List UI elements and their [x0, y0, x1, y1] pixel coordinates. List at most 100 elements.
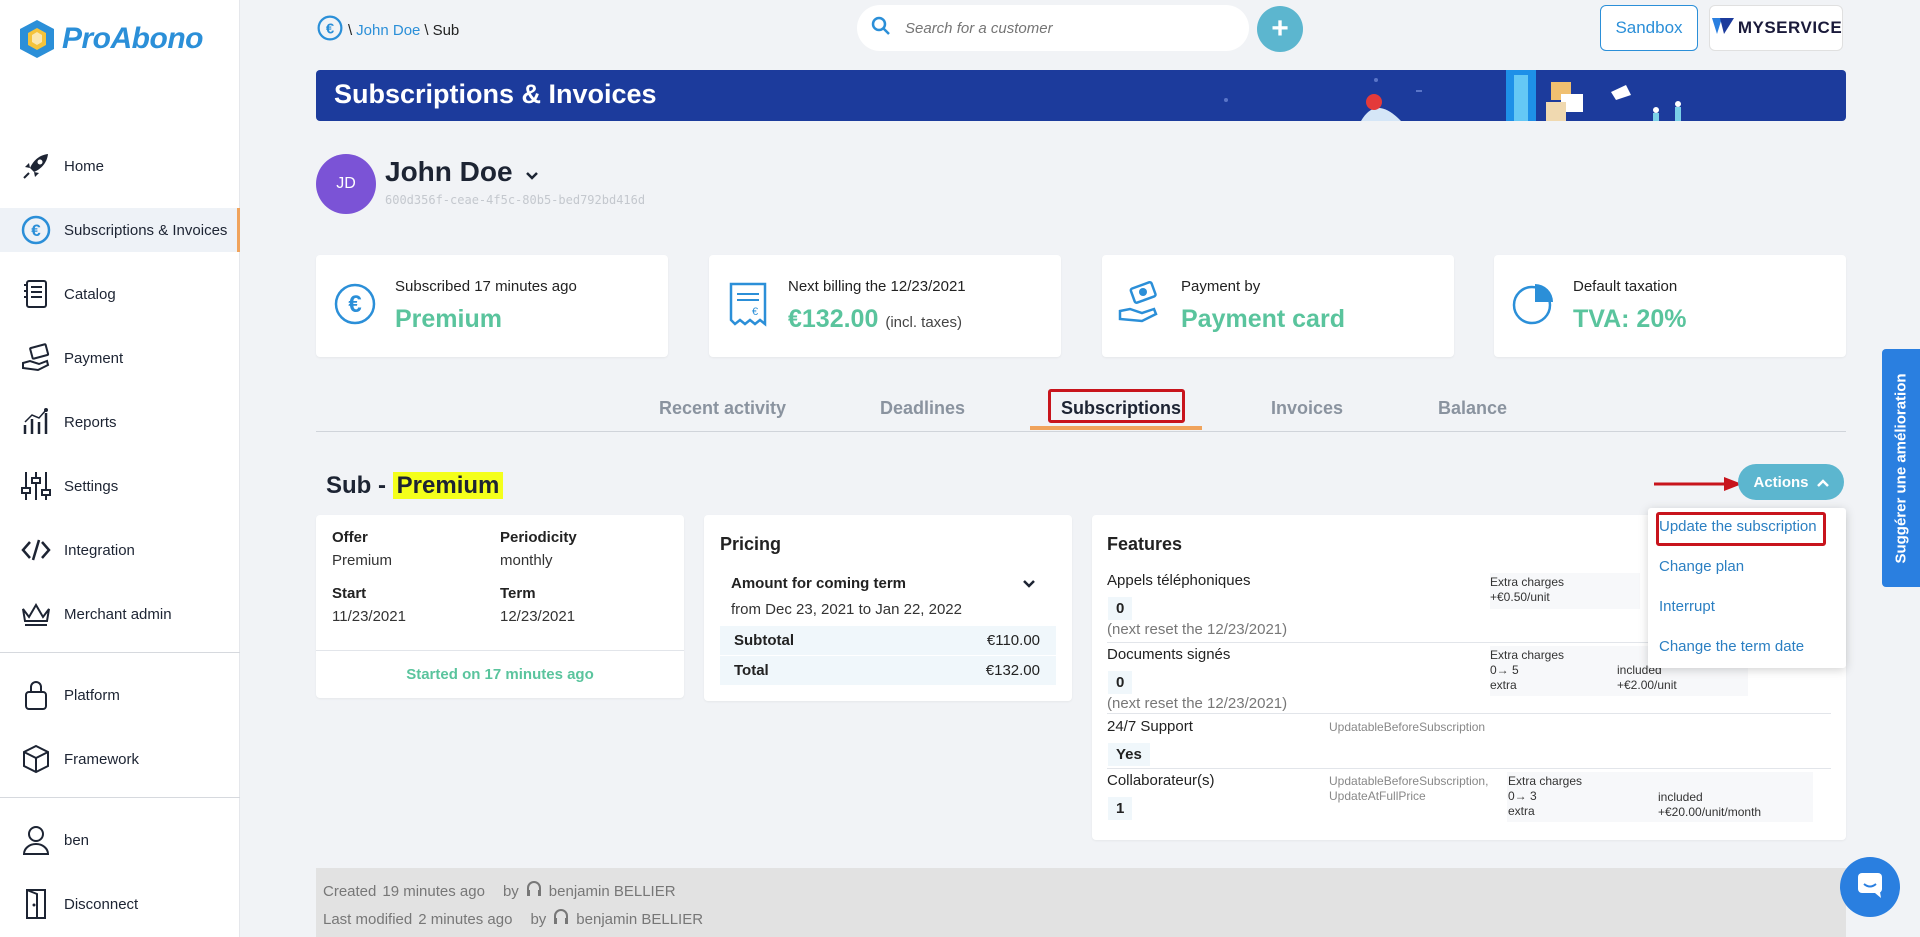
- extra-price: +€20.00/unit/month: [1658, 805, 1762, 819]
- card-value: TVA: 20%: [1573, 305, 1687, 333]
- annotation-arrow-icon: [1654, 477, 1742, 491]
- active-tab-indicator: [1030, 426, 1202, 430]
- customer-id: 600d356f-ceae-4f5c-80b5-bed792bd416d: [385, 193, 646, 207]
- created-info: Created 19 minutes ago by benjamin BELLI…: [323, 880, 676, 902]
- search-input[interactable]: [905, 19, 1205, 37]
- customer-name-dropdown[interactable]: John Doe: [385, 156, 539, 188]
- myservice-logo[interactable]: MYSERVICE: [1709, 5, 1843, 51]
- actions-button[interactable]: Actions: [1738, 464, 1844, 500]
- modified-time: 2 minutes ago: [418, 910, 513, 928]
- sidebar-item-framework[interactable]: Framework: [0, 737, 240, 781]
- extra-title: Extra charges: [1508, 774, 1583, 788]
- extra-charges: Extra charges 0→ 3 extra: [1508, 774, 1582, 819]
- subtotal-row: Subtotal €110.00: [720, 626, 1056, 655]
- next-billing-amount: €132.00: [788, 305, 879, 333]
- audit-info: Created 19 minutes ago by benjamin BELLI…: [316, 868, 1846, 937]
- sidebar-item-integration[interactable]: Integration: [0, 528, 240, 572]
- breadcrumb-separator: \: [424, 21, 429, 39]
- pricing-title: Pricing: [720, 534, 782, 554]
- term-value: 12/23/2021: [500, 608, 576, 625]
- sidebar-item-home[interactable]: Home: [0, 144, 240, 188]
- feature-flag-line: UpdatableBeforeSubscription,: [1329, 774, 1489, 788]
- plus-icon: +: [1271, 12, 1289, 45]
- crown-icon: [20, 598, 52, 630]
- extra-range: 0→ 5: [1490, 663, 1519, 677]
- feature-name: 24/7 Support: [1107, 718, 1193, 735]
- sidebar-item-subscriptions[interactable]: € Subscriptions & Invoices: [0, 208, 240, 252]
- tab-deadlines[interactable]: Deadlines: [880, 398, 965, 419]
- modified-label: Last modified: [323, 910, 413, 928]
- sandbox-button[interactable]: Sandbox: [1600, 5, 1698, 51]
- logo-icon: [20, 20, 54, 58]
- total-value: €132.00: [985, 662, 1040, 679]
- breadcrumb-customer-link[interactable]: John Doe: [356, 22, 420, 39]
- feature-value: 0: [1108, 671, 1133, 694]
- breadcrumb-current: Sub: [432, 21, 460, 39]
- feature-name: Appels téléphoniques: [1107, 572, 1251, 589]
- customer-search: [857, 5, 1249, 51]
- total-label: Total: [734, 662, 769, 679]
- by-label: by: [530, 910, 547, 928]
- periodicity-value: monthly: [500, 552, 553, 569]
- sidebar-item-label: Integration: [64, 541, 135, 559]
- tab-balance[interactable]: Balance: [1438, 398, 1507, 419]
- annotation-highlight-box: [1656, 512, 1826, 546]
- chevron-up-icon: [1816, 474, 1829, 491]
- catalog-icon: [20, 278, 52, 310]
- sidebar-item-label: Merchant admin: [64, 605, 172, 623]
- menu-item-interrupt[interactable]: Interrupt: [1659, 598, 1715, 615]
- sidebar-item-settings[interactable]: Settings: [0, 464, 240, 508]
- feature-flag-line: UpdateAtFullPrice: [1329, 789, 1426, 803]
- feature-name: Collaborateur(s): [1107, 772, 1215, 789]
- feature-reset: (next reset the 12/23/2021): [1107, 621, 1288, 638]
- sidebar-item-catalog[interactable]: Catalog: [0, 272, 240, 316]
- created-by: benjamin BELLIER: [548, 882, 676, 900]
- annotation-highlight-box: [1048, 389, 1185, 423]
- receipt-icon: €: [729, 282, 767, 327]
- tab-invoices[interactable]: Invoices: [1271, 398, 1343, 419]
- card-value: Payment card: [1181, 305, 1345, 333]
- euro-icon: €: [334, 283, 376, 325]
- add-button[interactable]: +: [1257, 6, 1303, 52]
- sidebar-item-reports[interactable]: Reports: [0, 400, 240, 444]
- logo[interactable]: ProAbono: [18, 18, 203, 60]
- svg-text:€: €: [752, 306, 758, 318]
- chevron-down-icon[interactable]: [1022, 576, 1036, 594]
- sidebar-item-label: Platform: [64, 686, 120, 704]
- sidebar-item-label: Payment: [64, 349, 124, 367]
- chat-button[interactable]: [1840, 857, 1900, 917]
- billing-period: from Dec 23, 2021 to Jan 22, 2022: [731, 601, 962, 618]
- tab-recent-activity[interactable]: Recent activity: [659, 398, 786, 419]
- pricing-panel: Pricing Amount for coming term from Dec …: [704, 515, 1072, 701]
- offer-panel: Offer Premium Periodicity monthly Start …: [316, 515, 684, 698]
- card-label: Subscribed 17 minutes ago: [395, 278, 577, 295]
- menu-item-change-term-date[interactable]: Change the term date: [1659, 638, 1804, 655]
- sidebar-item-user[interactable]: ben: [0, 818, 240, 862]
- svg-text:€: €: [348, 291, 361, 318]
- sidebar-divider: [0, 797, 240, 798]
- extra-charges: Extra charges 0→ 5 extra: [1490, 648, 1564, 693]
- feature-value: Yes: [1108, 743, 1150, 766]
- feature-divider: [1107, 768, 1831, 769]
- pie-chart-icon: [1512, 284, 1553, 325]
- sidebar-item-label: Settings: [64, 477, 119, 495]
- created-label: Created: [323, 882, 377, 900]
- euro-icon[interactable]: €: [316, 14, 344, 46]
- chevron-down-icon: [525, 156, 539, 188]
- sidebar-divider: [0, 652, 240, 653]
- suggest-improvement-button[interactable]: Suggérer une amélioration: [1882, 349, 1920, 587]
- extra-title: Extra charges: [1490, 575, 1565, 589]
- sidebar-item-disconnect[interactable]: Disconnect: [0, 882, 240, 926]
- payment-method-card: Payment by Payment card: [1102, 255, 1454, 357]
- menu-item-change-plan[interactable]: Change plan: [1659, 558, 1744, 575]
- sidebar-item-platform[interactable]: Platform: [0, 673, 240, 717]
- subscription-card: € Subscribed 17 minutes ago Premium: [316, 255, 668, 357]
- offer-value: Premium: [332, 552, 393, 569]
- myservice-logo-icon: [1710, 16, 1736, 41]
- periodicity-label: Periodicity: [500, 529, 577, 546]
- headset-icon: [552, 908, 570, 930]
- modified-by: benjamin BELLIER: [576, 910, 704, 928]
- sidebar-item-merchant-admin[interactable]: Merchant admin: [0, 592, 240, 636]
- extra-price: +€0.50/unit: [1490, 590, 1550, 604]
- sidebar-item-payment[interactable]: Payment: [0, 336, 240, 380]
